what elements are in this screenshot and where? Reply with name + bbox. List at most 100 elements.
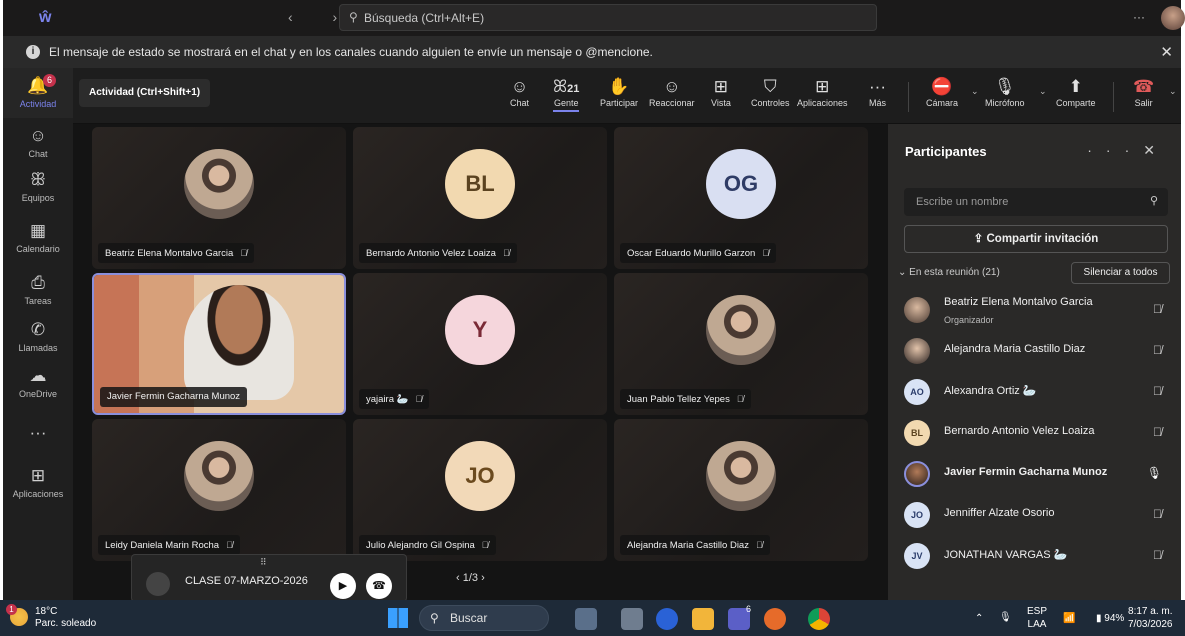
rail-item-calendario[interactable]: ▦ Calendario [3,221,73,254]
participant-row[interactable]: Alejandra Maria Castillo Diaz 🎙̸ [904,335,1174,369]
initials-avatar: BL [445,149,515,219]
mic-options-chevron-icon[interactable]: ⌄ [1039,86,1047,97]
windows-start-icon[interactable] [388,608,408,628]
raise-hand-button[interactable]: ✋ Participar [600,76,638,108]
widget-app-icon[interactable] [575,608,597,630]
participant-search-input[interactable]: Escribe un nombre ⚲ [904,188,1168,216]
rail-item-actividad[interactable]: 🔔 6 Actividad [3,68,73,118]
firefox-icon[interactable] [764,608,786,630]
info-message: El mensaje de estado se mostrará en el c… [49,45,653,59]
chrome-icon[interactable] [808,608,830,630]
share-button[interactable]: ⬆ Comparte [1056,76,1096,108]
chat-button[interactable]: ☺ Chat [510,76,529,108]
gallery-pager[interactable]: ‹ 1/3 › [456,572,485,584]
title-bar: ŵ ‹ › ⚲ Búsqueda (Ctrl+Alt+E) ··· [3,0,1185,36]
rail-item-tareas[interactable]: ⎙ Tareas [3,273,73,306]
initials-avatar: JO [445,441,515,511]
battery-indicator[interactable]: ▮ 94% [1096,612,1124,625]
hp-app-icon[interactable] [656,608,678,630]
info-icon: i [26,45,40,59]
react-button[interactable]: ☺ Reaccionar [649,76,695,108]
app-rail: 🔔 6 Actividad ☺ Chat ꕥ Equipos ▦ Calenda… [3,68,73,600]
drag-handle-icon[interactable]: ⠿ [260,557,267,568]
tile-name: yajaira [366,394,394,405]
participant-tile[interactable]: JO Julio Alejandro Gil Ospina 🎙̸ [353,419,607,561]
participant-name: Jenniffer Alzate Osorio [944,507,1055,519]
share-icon: ⇪ [973,233,987,245]
mic-button[interactable]: 🎙 Micrófono [985,76,1025,108]
participant-name: Beatriz Elena Montalvo Garcia [944,296,1093,308]
status-info-bar: i El mensaje de estado se mostrará en el… [3,36,1181,68]
lang-layout: LAA [1027,619,1047,630]
section-header[interactable]: ⌄ En esta reunión (21) [898,267,1000,278]
close-icon[interactable]: ✕ [1160,43,1173,61]
participant-tile-active-video[interactable]: Javier Fermin Gacharna Munoz [92,273,346,415]
leave-options-chevron-icon[interactable]: ⌄ [1169,86,1177,97]
meeting-toolbar: Actividad (Ctrl+Shift+1) ☺ Chat ꕤ21 Gent… [73,68,1181,124]
rail-item-llamadas[interactable]: ✆ Llamadas [3,320,73,353]
search-placeholder: Búsqueda (Ctrl+Alt+E) [364,10,485,25]
language-indicator[interactable]: ESP LAA [1027,605,1047,631]
taskbar-search[interactable]: ⚲ Buscar [419,605,549,631]
search-icon: ⚲ [1149,195,1158,207]
mic-tray-icon[interactable]: 🎙 [999,611,1012,624]
participant-name: Alejandra Maria Castillo Diaz [944,343,1086,355]
rail-item-onedrive[interactable]: ☁ OneDrive [3,366,73,399]
more-button[interactable]: ··· Más [869,76,886,108]
teams-icon: ꕥ [30,170,46,189]
people-button[interactable]: ꕤ21 Gente [553,76,580,112]
participant-tile[interactable]: Alejandra Maria Castillo Diaz 🎙̸ [614,419,868,561]
task-view-icon[interactable] [621,608,643,630]
mute-all-button[interactable]: Silenciar a todos [1071,262,1170,284]
play-icon[interactable]: ▶ [330,573,356,599]
camera-options-chevron-icon[interactable]: ⌄ [971,86,979,97]
participant-tile[interactable]: Y yajaira 🦢 🎙̸ [353,273,607,415]
apps-button[interactable]: ⊞ Aplicaciones [797,76,848,108]
participant-name: Alexandra Ortiz 🦢 [944,385,1037,397]
participant-tile[interactable]: BL Bernardo Antonio Velez Loaiza 🎙̸ [353,127,607,269]
mic-off-icon: 🎙̸ [415,394,423,404]
rail-item-aplicaciones[interactable]: ⊞ Aplicaciones [3,466,73,499]
clock[interactable]: 8:17 a. m. 7/03/2026 [1128,605,1173,631]
close-icon[interactable]: ✕ [1143,142,1169,158]
recording-mini-window[interactable]: ⠿ CLASE 07-MARZO-2026 ▶ ☎ [131,554,407,602]
more-options-button[interactable]: ··· [1133,10,1145,24]
participant-row[interactable]: JO Jenniffer Alzate Osorio 🎙̸ [904,499,1174,533]
user-avatar[interactable] [1161,6,1185,30]
camera-button[interactable]: ⛔ Cámara [926,76,958,108]
leave-button[interactable]: ☎ Salir [1133,76,1154,108]
teams-logo-icon[interactable]: ŵ [39,9,57,27]
wifi-icon[interactable]: 📶 [1063,612,1075,625]
share-invite-button[interactable]: ⇪ Compartir invitación [904,225,1168,253]
controls-button[interactable]: ⛉ Controles [751,76,790,108]
more-icon[interactable]: ··· [1087,142,1143,158]
apps-icon: ⊞ [30,466,46,485]
mic-off-icon: 🎙̸ [736,394,744,404]
participant-tile[interactable]: OG Oscar Eduardo Murillo Garzon 🎙̸ [614,127,868,269]
view-label: Vista [711,98,731,108]
rail-item-equipos[interactable]: ꕥ Equipos [3,170,73,203]
participant-row[interactable]: JV JONATHAN VARGAS 🦢 🎙̸ [904,540,1174,574]
weather-widget[interactable]: 18°C Parc. soleado [35,606,96,630]
avatar: JO [904,502,930,528]
raise-label: Participar [600,98,639,108]
participant-name-tag: Juan Pablo Tellez Yepes 🎙̸ [620,389,751,409]
video-stage: Beatriz Elena Montalvo Garcia 🎙̸ BL Berna… [73,124,888,602]
view-button[interactable]: ⊞ Vista [711,76,731,108]
file-explorer-icon[interactable] [692,608,714,630]
participant-row[interactable]: AO Alexandra Ortiz 🦢 🎙̸ [904,376,1174,410]
participant-tile[interactable]: Leidy Daniela Marin Rocha 🎙̸ [92,419,346,561]
participant-row[interactable]: Beatriz Elena Montalvo Garcia Organizado… [904,294,1174,328]
rail-item-chat[interactable]: ☺ Chat [3,126,73,159]
participant-name: Javier Fermin Gacharna Munoz [944,466,1108,478]
participant-tile[interactable]: Juan Pablo Tellez Yepes 🎙̸ [614,273,868,415]
participant-row[interactable]: Javier Fermin Gacharna Munoz 🎙 [904,458,1174,492]
chevron-up-icon[interactable]: ⌃ [975,612,983,625]
global-search-input[interactable]: ⚲ Búsqueda (Ctrl+Alt+E) [339,4,877,31]
mic-off-icon: 🎙̸ [1153,425,1162,439]
call-icon[interactable]: ☎ [366,573,392,599]
participant-photo [706,441,776,511]
participant-tile[interactable]: Beatriz Elena Montalvo Garcia 🎙̸ [92,127,346,269]
participant-row[interactable]: BL Bernardo Antonio Velez Loaiza 🎙̸ [904,417,1174,451]
rail-item-more[interactable]: ··· [3,423,73,446]
